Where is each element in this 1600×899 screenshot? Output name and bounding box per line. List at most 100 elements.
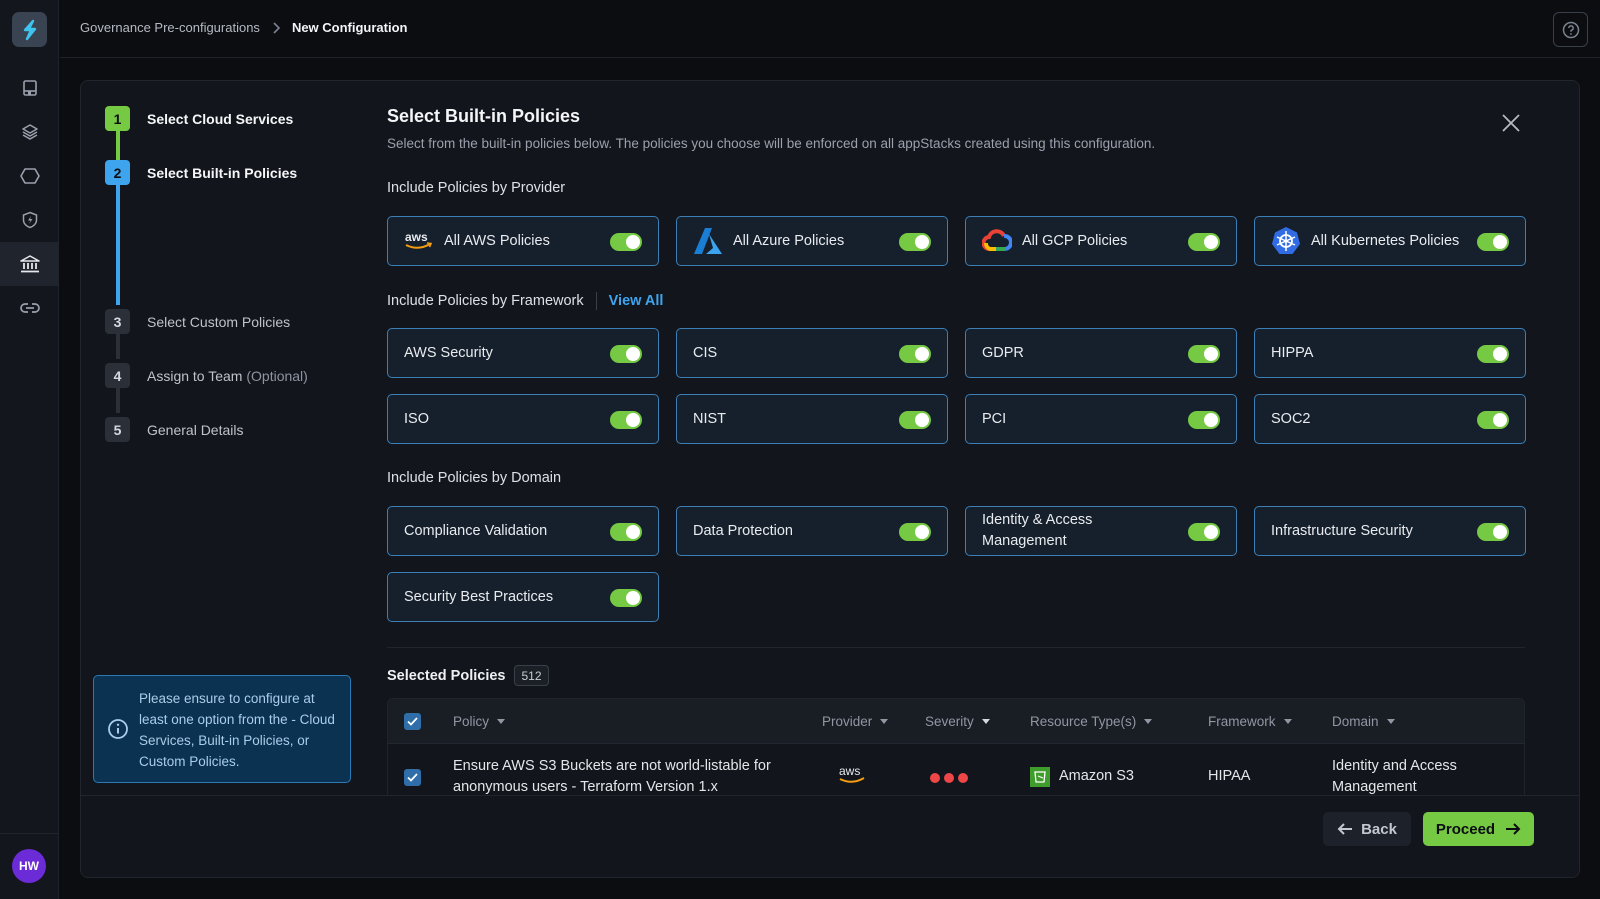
column-resource-type[interactable]: Resource Type(s) [1030, 714, 1153, 729]
tile-label: All GCP Policies [1022, 232, 1128, 249]
proceed-button[interactable]: Proceed [1423, 812, 1534, 846]
framework-tile[interactable]: GDPR [965, 328, 1237, 378]
column-label: Severity [925, 713, 974, 729]
policies-table: Policy Provider Severity Resource Type(s… [387, 698, 1525, 808]
layers-icon [21, 124, 38, 140]
toggle-switch[interactable] [899, 411, 931, 429]
toggle-switch[interactable] [1188, 523, 1220, 541]
provider-tile-kubernetes[interactable]: All Kubernetes Policies [1254, 216, 1526, 266]
column-framework[interactable]: Framework [1208, 714, 1292, 729]
breadcrumb-parent[interactable]: Governance Pre-configurations [80, 20, 260, 35]
column-domain[interactable]: Domain [1332, 714, 1395, 729]
info-callout: Please ensure to configure at least one … [93, 675, 351, 783]
column-label: Provider [822, 713, 873, 729]
step-2[interactable]: 2 Select Built-in Policies [105, 160, 297, 185]
domain-tile[interactable]: Compliance Validation [387, 506, 659, 556]
framework-tile[interactable]: SOC2 [1254, 394, 1526, 444]
toggle-switch[interactable] [610, 523, 642, 541]
back-label: Back [1361, 820, 1397, 838]
help-button[interactable] [1553, 12, 1588, 47]
row-checkbox[interactable] [404, 769, 421, 786]
tile-label: GDPR [982, 344, 1024, 361]
info-icon [108, 719, 128, 739]
column-label: Framework [1208, 713, 1276, 729]
tile-label: All AWS Policies [444, 232, 550, 249]
toggle-switch[interactable] [1477, 523, 1509, 541]
app-logo[interactable] [12, 12, 47, 47]
framework-tile[interactable]: CIS [676, 328, 948, 378]
column-policy[interactable]: Policy [453, 714, 506, 729]
sidebar-item-stacks[interactable] [0, 110, 59, 154]
step-label: Assign to Team (Optional) [147, 368, 308, 384]
sort-caret-icon [981, 718, 990, 724]
framework-tile[interactable]: AWS Security [387, 328, 659, 378]
column-label: Domain [1332, 713, 1379, 729]
toggle-switch[interactable] [1477, 411, 1509, 429]
column-provider[interactable]: Provider [822, 713, 889, 729]
toggle-switch[interactable] [1188, 345, 1220, 363]
toggle-switch[interactable] [1188, 411, 1220, 429]
page-subtitle: Select from the built-in policies below.… [387, 136, 1156, 151]
content-header: Select Built-in Policies Select from the… [387, 106, 1527, 151]
back-button[interactable]: Back [1323, 812, 1411, 846]
view-all-link[interactable]: View All [609, 293, 664, 309]
sort-caret-icon [1386, 718, 1395, 724]
tile-label: CIS [693, 344, 718, 361]
toggle-switch[interactable] [899, 233, 931, 251]
framework-tile[interactable]: HIPPA [1254, 328, 1526, 378]
toggle-switch[interactable] [899, 345, 931, 363]
resource-label: Amazon S3 [1059, 768, 1134, 784]
toggle-switch[interactable] [1188, 233, 1220, 251]
provider-tile-azure[interactable]: All Azure Policies [676, 216, 948, 266]
domain-tile[interactable]: Identity & Access Management [965, 506, 1237, 556]
sidebar-item-security[interactable] [0, 198, 59, 242]
sidebar-item-integrations[interactable] [0, 286, 59, 330]
tile-label: All Azure Policies [733, 232, 845, 249]
toggle-switch[interactable] [1477, 345, 1509, 363]
step-1[interactable]: 1 Select Cloud Services [105, 106, 293, 131]
svg-text:aws: aws [405, 230, 428, 244]
sidebar-item-governance[interactable] [0, 242, 59, 286]
shield-bolt-icon [22, 211, 37, 229]
optional-tag: (Optional) [246, 367, 308, 384]
help-icon [1562, 21, 1579, 38]
step-number: 5 [105, 417, 130, 442]
framework-tile[interactable]: PCI [965, 394, 1237, 444]
column-severity[interactable]: Severity [925, 714, 990, 729]
selected-policies-heading: Selected Policies 512 [387, 665, 549, 686]
tile-label: AWS Security [404, 344, 493, 361]
close-button[interactable] [1499, 111, 1523, 135]
framework-tile[interactable]: ISO [387, 394, 659, 444]
tile-label: Security Best Practices [404, 588, 554, 605]
logo-icon [23, 19, 36, 40]
domain-value: Identity and Access Management [1332, 758, 1457, 795]
toggle-switch[interactable] [610, 589, 642, 607]
resource-type: Amazon S3 [1030, 766, 1134, 787]
sort-caret-icon [1144, 718, 1153, 724]
section-title: Include Policies by Provider [387, 180, 566, 196]
step-connector [116, 388, 120, 413]
framework-tile[interactable]: NIST [676, 394, 948, 444]
step-4[interactable]: 4 Assign to Team (Optional) [105, 363, 308, 388]
sort-caret-icon [1283, 718, 1292, 724]
toggle-switch[interactable] [610, 233, 642, 251]
user-avatar[interactable]: HW [12, 849, 46, 883]
toggle-switch[interactable] [610, 345, 642, 363]
provider-tile-aws[interactable]: aws All AWS Policies [387, 216, 659, 266]
step-3[interactable]: 3 Select Custom Policies [105, 309, 290, 334]
toggle-switch[interactable] [899, 523, 931, 541]
heading-divider [595, 292, 597, 310]
provider-tile-gcp[interactable]: All GCP Policies [965, 216, 1237, 266]
gcp-logo-icon [982, 226, 1016, 256]
domain-tile[interactable]: Infrastructure Security [1254, 506, 1526, 556]
select-all-checkbox[interactable] [404, 713, 421, 730]
sidebar-item-catalog[interactable] [0, 66, 59, 110]
step-label: General Details [147, 421, 244, 438]
toggle-switch[interactable] [610, 411, 642, 429]
step-5[interactable]: 5 General Details [105, 417, 244, 442]
provider-section-heading: Include Policies by Provider [387, 180, 565, 196]
domain-tile[interactable]: Security Best Practices [387, 572, 659, 622]
sidebar-item-components[interactable] [0, 154, 59, 198]
toggle-switch[interactable] [1477, 233, 1509, 251]
domain-tile[interactable]: Data Protection [676, 506, 948, 556]
